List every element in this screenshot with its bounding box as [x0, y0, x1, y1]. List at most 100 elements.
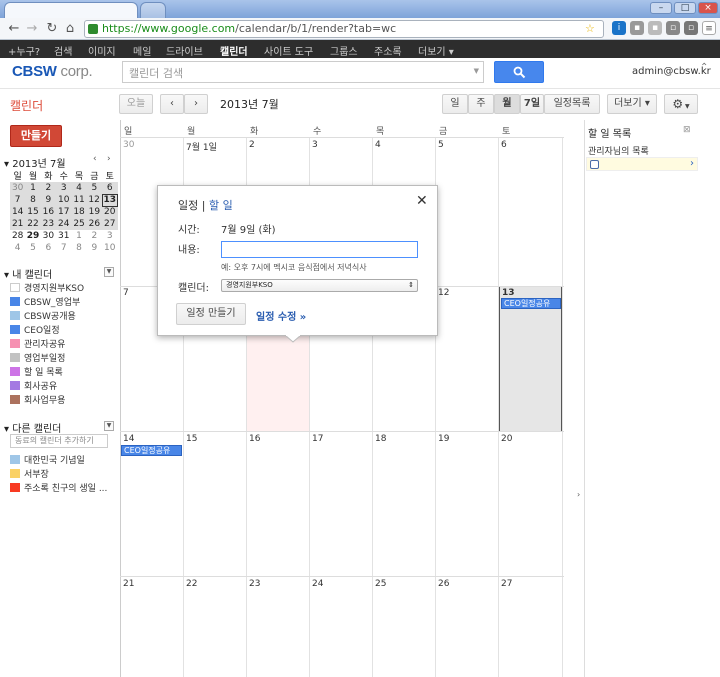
new-tab-button[interactable] [140, 2, 166, 18]
maximize-icon[interactable]: □ [674, 2, 696, 14]
mini-day[interactable]: 28 [10, 230, 25, 242]
today-button[interactable]: 오늘 [119, 94, 153, 114]
mini-day[interactable]: 7 [10, 194, 26, 206]
day-number[interactable]: 27 [501, 579, 512, 589]
extension-icon-3[interactable]: ▪ [648, 21, 662, 35]
forward-icon[interactable]: → [24, 21, 40, 37]
day-number[interactable]: 20 [501, 434, 512, 444]
mini-day[interactable]: 25 [71, 218, 87, 230]
my-calendars-title[interactable]: ▾ 내 캘린더 [4, 266, 52, 281]
day-number[interactable]: 15 [186, 434, 197, 444]
mini-day[interactable]: 15 [25, 206, 41, 218]
mini-day[interactable]: 3 [102, 230, 117, 242]
settings-button[interactable]: ⚙ ▼ [664, 94, 698, 114]
back-icon[interactable]: ← [6, 21, 22, 37]
gbar-item-calendar[interactable]: 캘린더 [220, 43, 248, 58]
reload-icon[interactable]: ↻ [44, 21, 60, 37]
mini-prev-icon[interactable]: ‹ [93, 154, 97, 164]
task-checkbox[interactable] [590, 160, 599, 169]
gbar-item-more[interactable]: 더보기 ▾ [418, 43, 454, 58]
expand-panel-icon[interactable]: › [577, 490, 580, 499]
create-event-button[interactable]: 만들기 [10, 125, 62, 147]
mini-day[interactable]: 27 [102, 218, 118, 230]
mini-day[interactable]: 26 [86, 218, 103, 230]
mini-day[interactable]: 8 [25, 194, 41, 206]
tab-task[interactable]: 할 일 [209, 199, 233, 212]
view-month-button[interactable]: 월 [494, 94, 520, 114]
mini-day[interactable]: 5 [25, 242, 40, 254]
search-options-icon[interactable]: ▼ [474, 67, 479, 75]
calendar-search-input[interactable]: 캘린더 검색 ▼ [122, 61, 484, 83]
mini-day[interactable]: 21 [10, 218, 26, 230]
mini-day-today[interactable]: 13 [101, 193, 119, 207]
star-icon[interactable]: ☆ [585, 22, 595, 35]
calendar-select[interactable]: 경영지원부KSO ⇕ [221, 279, 418, 292]
other-calendars-menu-icon[interactable]: ▼ [104, 421, 114, 431]
scroll-arrow-icon[interactable]: ⌃ [700, 62, 708, 73]
mini-day[interactable]: 11 [71, 194, 87, 206]
mini-day[interactable]: 30 [10, 182, 26, 194]
company-logo[interactable]: CBSW corp. [12, 63, 93, 80]
day-number[interactable]: 17 [312, 434, 323, 444]
extension-icon-2[interactable]: ▪ [630, 21, 644, 35]
close-icon[interactable]: ⊠ [683, 125, 691, 135]
day-number[interactable]: 7 [123, 288, 129, 298]
extension-icon[interactable]: i [612, 21, 626, 35]
gbar-item-search[interactable]: 검색 [54, 43, 72, 58]
mini-day[interactable]: 10 [56, 194, 72, 206]
mini-day[interactable]: 9 [87, 242, 102, 254]
mini-next-icon[interactable]: › [107, 154, 111, 164]
mini-day[interactable]: 1 [25, 182, 41, 194]
mini-day[interactable]: 8 [71, 242, 86, 254]
gbar-item-drive[interactable]: 드라이브 [166, 43, 203, 58]
mini-day[interactable]: 10 [102, 242, 117, 254]
gbar-item-groups[interactable]: 그룹스 [330, 43, 358, 58]
mini-day[interactable]: 4 [10, 242, 25, 254]
view-week-button[interactable]: 주 [468, 94, 494, 114]
day-number-today[interactable]: 13 [502, 288, 515, 298]
day-number[interactable]: 30 [123, 140, 134, 150]
mini-day[interactable]: 31 [56, 230, 71, 242]
gbar-item-mail[interactable]: 메일 [133, 43, 151, 58]
event-chip[interactable]: CEO일정공유 [501, 298, 561, 309]
mini-day[interactable]: 16 [40, 206, 57, 218]
mini-day[interactable]: 29 [25, 230, 40, 242]
task-list-name[interactable]: 관리자님의 목록 [588, 144, 649, 157]
more-menu-button[interactable]: 더보기 ▾ [607, 94, 657, 114]
view-agenda-button[interactable]: 일정목록 [544, 94, 600, 114]
extension-icon-4[interactable]: ▫ [666, 21, 680, 35]
chevron-right-icon[interactable]: › [690, 158, 694, 169]
address-bar[interactable]: https://www.google.com/calendar/b/1/rend… [84, 20, 604, 38]
mini-day[interactable]: 6 [102, 182, 118, 194]
view-day-button[interactable]: 일 [442, 94, 468, 114]
mini-day[interactable]: 2 [87, 230, 102, 242]
edit-event-link[interactable]: 일정 수정 » [256, 308, 306, 323]
mini-day[interactable]: 19 [86, 206, 103, 218]
task-row[interactable]: › [586, 157, 698, 171]
mini-calendar-title[interactable]: ▾ 2013년 7월 [4, 155, 66, 170]
mini-day[interactable]: 2 [40, 182, 57, 194]
gbar-item-images[interactable]: 이미지 [88, 43, 116, 58]
mini-day[interactable]: 6 [41, 242, 56, 254]
day-number[interactable]: 22 [186, 579, 197, 589]
wrench-icon[interactable]: ≡ [702, 21, 716, 35]
mini-day[interactable]: 18 [71, 206, 87, 218]
view-7day-button[interactable]: 7일 [520, 94, 544, 114]
add-coworker-calendar-input[interactable]: 동료의 캘린더 추가하기 [10, 434, 108, 448]
next-period-button[interactable]: › [184, 94, 208, 114]
mini-day[interactable]: 30 [41, 230, 56, 242]
browser-tab-active[interactable] [4, 2, 138, 18]
mini-day[interactable]: 23 [40, 218, 57, 230]
day-number[interactable]: 3 [312, 140, 318, 150]
event-content-input[interactable] [221, 241, 418, 258]
day-number[interactable]: 12 [438, 288, 449, 298]
create-event-popup-button[interactable]: 일정 만들기 [176, 303, 246, 325]
day-number[interactable]: 25 [375, 579, 386, 589]
user-account[interactable]: admin@cbsw.kr [632, 66, 711, 77]
close-window-icon[interactable]: × [698, 2, 718, 14]
day-number[interactable]: 2 [249, 140, 255, 150]
day-number[interactable]: 24 [312, 579, 323, 589]
mini-day[interactable]: 22 [25, 218, 41, 230]
day-number[interactable]: 6 [501, 140, 507, 150]
day-number[interactable]: 14 [123, 434, 134, 444]
